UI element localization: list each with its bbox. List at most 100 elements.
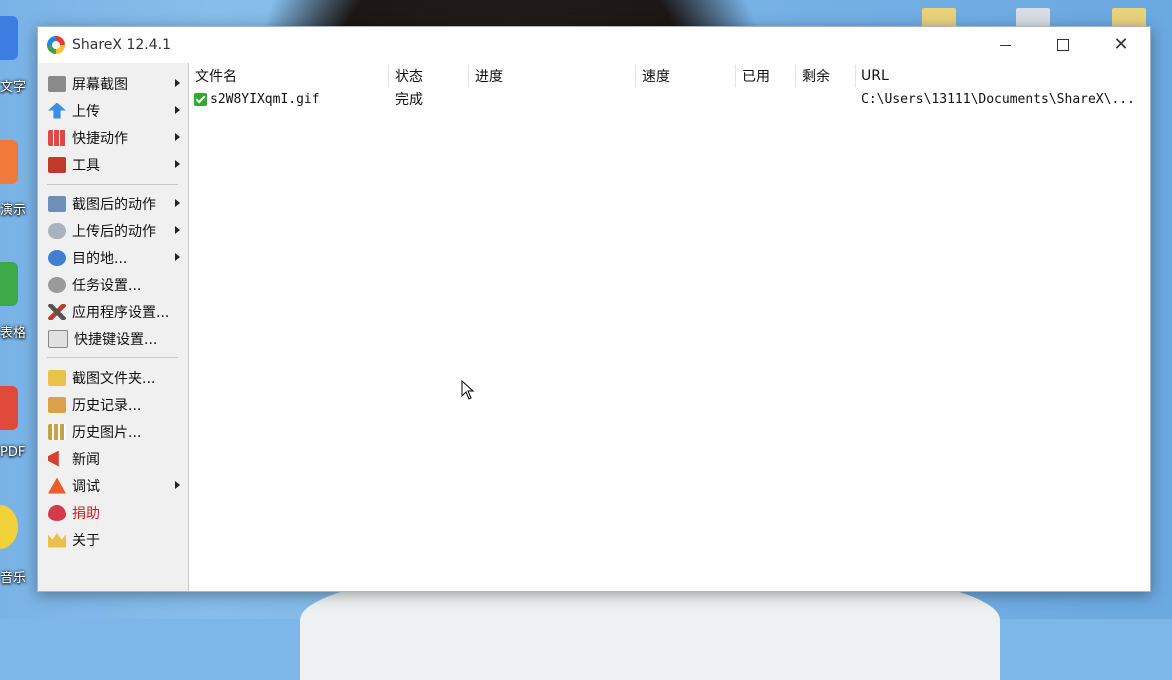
- menu-separator: [47, 357, 178, 358]
- task-settings-gear-icon: [48, 276, 66, 293]
- close-button[interactable]: ✕: [1092, 27, 1150, 63]
- menu-item-label: 目的地...: [72, 250, 128, 267]
- menu-item-debug[interactable]: 调试: [38, 472, 188, 499]
- menu-item-after-capture[interactable]: 截图后的动作: [38, 190, 188, 217]
- desktop-label-pdf: PDF: [0, 445, 26, 460]
- menu-item-label: 历史记录...: [72, 397, 142, 414]
- column-divider[interactable]: [795, 65, 796, 87]
- column-header-progress[interactable]: 进度: [475, 63, 503, 89]
- desktop-label-spreadsheet: 表格: [0, 326, 27, 341]
- menu-item-label: 调试: [72, 478, 100, 495]
- menu-item-tools[interactable]: 工具: [38, 151, 188, 178]
- submenu-arrow-icon: [175, 199, 180, 207]
- spreadsheet-app-icon[interactable]: [0, 262, 18, 306]
- minimize-icon: [999, 44, 1011, 46]
- column-header-remaining[interactable]: 剩余: [802, 63, 830, 89]
- menu-item-history[interactable]: 历史记录...: [38, 391, 188, 418]
- main-menu-sidebar: 屏幕截图 上传 快捷动作 工具 截图后的动作 上传后的动作 目的地... 任务设…: [38, 63, 189, 591]
- image-history-icon: [48, 423, 66, 440]
- menu-item-label: 新闻: [72, 451, 100, 468]
- menu-item-label: 工具: [72, 157, 100, 174]
- menu-item-label: 快捷键设置...: [74, 331, 158, 348]
- history-icon: [48, 396, 66, 413]
- destinations-globe-icon: [48, 249, 66, 266]
- mouse-pointer-icon: [461, 380, 475, 400]
- menu-item-about[interactable]: 关于: [38, 526, 188, 553]
- menu-item-label: 捐助: [72, 505, 100, 522]
- desktop-label-text: 文字: [0, 80, 27, 95]
- menu-item-label: 上传: [72, 103, 100, 120]
- task-url: C:\Users\13111\Documents\ShareX\...: [861, 91, 1135, 107]
- submenu-arrow-icon: [175, 253, 180, 261]
- column-header-url[interactable]: URL: [861, 63, 889, 89]
- menu-item-label: 关于: [72, 532, 100, 549]
- menu-item-screenshots-folder[interactable]: 截图文件夹...: [38, 364, 188, 391]
- after-upload-cloud-icon: [48, 222, 66, 239]
- task-status: 完成: [395, 92, 423, 108]
- menu-separator: [47, 184, 178, 185]
- submenu-arrow-icon: [175, 226, 180, 234]
- after-capture-icon: [48, 195, 66, 212]
- maximize-icon: [1057, 39, 1069, 51]
- submenu-arrow-icon: [175, 481, 180, 489]
- screen-capture-icon: [48, 75, 66, 92]
- menu-item-task-settings[interactable]: 任务设置...: [38, 271, 188, 298]
- menu-item-upload[interactable]: 上传: [38, 97, 188, 124]
- menu-item-label: 任务设置...: [72, 277, 142, 294]
- column-divider[interactable]: [388, 65, 389, 87]
- music-app-icon[interactable]: [0, 505, 18, 549]
- menu-item-capture[interactable]: 屏幕截图: [38, 70, 188, 97]
- submenu-arrow-icon: [175, 133, 180, 141]
- sharex-main-window: ShareX 12.4.1 ✕ 屏幕截图 上传 快捷动作 工具 截图后的动作 上…: [37, 26, 1151, 592]
- menu-item-label: 屏幕截图: [72, 76, 128, 93]
- task-complete-check-icon: [194, 92, 207, 106]
- menu-item-image-history[interactable]: 历史图片...: [38, 418, 188, 445]
- about-crown-icon: [48, 533, 66, 548]
- menu-item-app-settings[interactable]: 应用程序设置...: [38, 298, 188, 325]
- menu-item-after-upload[interactable]: 上传后的动作: [38, 217, 188, 244]
- sharex-logo-icon: [47, 36, 65, 54]
- column-divider[interactable]: [735, 65, 736, 87]
- column-divider[interactable]: [855, 65, 856, 87]
- menu-item-label: 快捷动作: [72, 130, 128, 147]
- submenu-arrow-icon: [175, 106, 180, 114]
- app-settings-wrench-icon: [48, 303, 66, 320]
- title-bar[interactable]: ShareX 12.4.1 ✕: [38, 27, 1150, 63]
- presentation-app-icon[interactable]: [0, 140, 18, 184]
- menu-item-label: 历史图片...: [72, 424, 142, 441]
- column-header-elapsed[interactable]: 已用: [742, 63, 770, 89]
- menu-item-label: 截图后的动作: [72, 196, 156, 213]
- menu-item-hotkey-settings[interactable]: 快捷键设置...: [38, 325, 188, 352]
- hotkey-settings-icon: [48, 329, 68, 348]
- menu-item-workflows[interactable]: 快捷动作: [38, 124, 188, 151]
- close-icon: ✕: [1113, 34, 1129, 55]
- submenu-arrow-icon: [175, 160, 180, 168]
- submenu-arrow-icon: [175, 79, 180, 87]
- menu-item-destinations[interactable]: 目的地...: [38, 244, 188, 271]
- column-header-speed[interactable]: 速度: [642, 63, 670, 89]
- pdf-app-icon[interactable]: [0, 386, 18, 430]
- column-divider[interactable]: [468, 65, 469, 87]
- desktop-label-presentation: 演示: [0, 203, 27, 218]
- column-divider[interactable]: [635, 65, 636, 87]
- minimize-button[interactable]: [976, 27, 1034, 63]
- table-row-filename-cell[interactable]: s2W8YIXqmI.gif: [194, 89, 320, 109]
- column-header-status[interactable]: 状态: [395, 63, 423, 89]
- column-header-filename[interactable]: 文件名: [195, 63, 237, 89]
- menu-item-donate[interactable]: 捐助: [38, 499, 188, 526]
- screenshots-folder-icon: [48, 369, 66, 386]
- maximize-button[interactable]: [1034, 27, 1092, 63]
- menu-item-label: 应用程序设置...: [72, 304, 170, 321]
- task-filename: s2W8YIXqmI.gif: [210, 91, 320, 107]
- news-megaphone-icon: [48, 450, 59, 467]
- debug-cone-icon: [48, 477, 66, 494]
- donate-heart-icon: [48, 504, 66, 521]
- menu-item-label: 截图文件夹...: [72, 370, 156, 387]
- task-list-view[interactable]: 文件名 状态 进度 速度 已用 剩余 URL s2W8YIXqmI.gif 完成…: [189, 63, 1150, 591]
- window-title: ShareX 12.4.1: [72, 37, 171, 53]
- writer-app-icon[interactable]: [0, 16, 18, 60]
- toolbox-icon: [48, 156, 66, 173]
- menu-item-news[interactable]: 新闻: [38, 445, 188, 472]
- workflows-grid-icon: [48, 129, 66, 146]
- desktop-label-music: 音乐: [0, 571, 27, 586]
